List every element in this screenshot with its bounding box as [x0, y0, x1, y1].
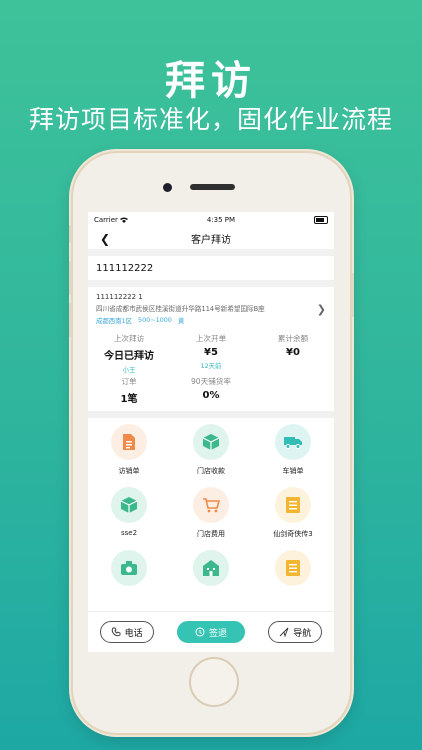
- status-bar: Carrier 4:35 PM: [88, 212, 334, 227]
- camera-icon: [111, 550, 147, 586]
- stat-sub: 小王: [122, 366, 136, 374]
- stats-panel: 上次拜访 今日已拜访 小王 上次开单 ¥5 12天前 累计余额 ¥0 订单 1笔…: [88, 329, 334, 411]
- stat-label: 订单: [121, 377, 137, 386]
- stat-label: 上次拜访: [113, 334, 145, 343]
- app-screen: Carrier 4:35 PM ❮ 客户拜访 111112222 1111122…: [88, 212, 334, 652]
- action-sales-visit[interactable]: 访销单: [88, 424, 170, 487]
- cart-icon: [193, 487, 229, 523]
- status-time: 4:35 PM: [206, 215, 236, 224]
- truck-icon: [275, 424, 311, 460]
- earpiece-speaker: [190, 184, 235, 190]
- mute-switch: [69, 225, 72, 243]
- stat-value: 1笔: [120, 394, 138, 405]
- front-camera: [163, 183, 172, 192]
- action-label: 门店费用: [197, 530, 225, 538]
- divider: [88, 280, 334, 287]
- tag-region: 成都西南1区: [96, 317, 133, 325]
- home-button[interactable]: [189, 657, 239, 707]
- power-button: [351, 273, 354, 317]
- checkout-icon: [195, 627, 205, 637]
- store-icon: [193, 550, 229, 586]
- action-photo[interactable]: [88, 550, 170, 613]
- wifi-icon: [119, 217, 128, 223]
- nav-title: 客户拜访: [191, 234, 231, 246]
- bottom-action-bar: 电话 签退 导航: [88, 611, 334, 652]
- customer-tags: 成都西南1区 500~1000 黄: [96, 316, 334, 325]
- stat-orders: 订单 1笔: [88, 376, 170, 405]
- list-icon: [275, 487, 311, 523]
- divider: [88, 249, 334, 256]
- customer-id: 111112222 1: [96, 293, 143, 301]
- stat-last-visit: 上次拜访 今日已拜访 小王: [88, 333, 170, 374]
- customer-card[interactable]: 111112222 1 四川省成都市武侯区桂溪街道升华路114号新希望国际B座 …: [88, 287, 334, 329]
- stat-distribution-rate: 90天铺货率 0%: [170, 376, 252, 405]
- navigation-icon: [279, 627, 289, 637]
- volume-down-button: [69, 303, 72, 337]
- action-label: 仙剑奇侠传3: [273, 530, 313, 538]
- list-icon: [275, 550, 311, 586]
- action-label: 车销单: [282, 467, 304, 475]
- navigate-label: 导航: [293, 628, 312, 639]
- box-icon: [111, 487, 147, 523]
- navigate-button[interactable]: 导航: [268, 621, 323, 643]
- action-store-payment[interactable]: 门店收款: [170, 424, 252, 487]
- phone-button[interactable]: 电话: [99, 621, 154, 643]
- checkout-label: 签退: [208, 628, 227, 639]
- tag-level: 黄: [177, 317, 185, 325]
- battery-icon: [313, 215, 328, 224]
- stat-value: 今日已拜访: [104, 351, 154, 362]
- action-store-expense[interactable]: 门店费用: [170, 487, 252, 550]
- action-label: sse2: [120, 529, 138, 537]
- action-store[interactable]: [170, 550, 252, 613]
- stat-value: ¥0: [286, 347, 300, 358]
- box-icon: [193, 424, 229, 460]
- customer-search-field[interactable]: 111112222: [88, 256, 334, 280]
- action-sse2[interactable]: sse2: [88, 487, 170, 550]
- action-grid: 访销单 门店收款 车销单 sse2 门店费用 仙剑奇侠传3: [88, 418, 334, 619]
- stat-label: 上次开单: [195, 334, 227, 343]
- stat-balance: 累计余额 ¥0: [252, 333, 334, 374]
- phone-icon: [111, 627, 121, 637]
- action-list[interactable]: [252, 550, 334, 613]
- action-label: 门店收款: [197, 467, 225, 475]
- hero-title: 拜访: [165, 58, 257, 104]
- stat-last-order: 上次开单 ¥5 12天前: [170, 333, 252, 374]
- nav-bar: ❮ 客户拜访: [88, 227, 334, 249]
- customer-address: 四川省成都市武侯区桂溪街道升华路114号新希望国际B座: [96, 305, 265, 313]
- divider: [88, 411, 334, 418]
- volume-up-button: [69, 261, 72, 295]
- tag-range: 500~1000: [138, 316, 172, 324]
- stat-label: 累计余额: [277, 334, 309, 343]
- phone-label: 电话: [124, 628, 143, 639]
- action-custom-form[interactable]: 仙剑奇侠传3: [252, 487, 334, 550]
- hero-subtitle: 拜访项目标准化，固化作业流程: [28, 105, 393, 134]
- action-label: 访销单: [118, 467, 140, 475]
- action-van-sales[interactable]: 车销单: [252, 424, 334, 487]
- checkout-button[interactable]: 签退: [176, 621, 245, 643]
- back-chevron-icon[interactable]: ❮: [100, 232, 110, 246]
- stat-value: 0%: [202, 390, 220, 401]
- stat-sub: 12天前: [200, 362, 222, 370]
- chevron-right-icon: ❯: [316, 303, 326, 316]
- stat-label: 90天铺货率: [190, 377, 232, 386]
- document-icon: [111, 424, 147, 460]
- carrier-label: Carrier: [94, 215, 118, 224]
- stat-value: ¥5: [204, 347, 218, 358]
- carrier-info: Carrier: [94, 216, 128, 224]
